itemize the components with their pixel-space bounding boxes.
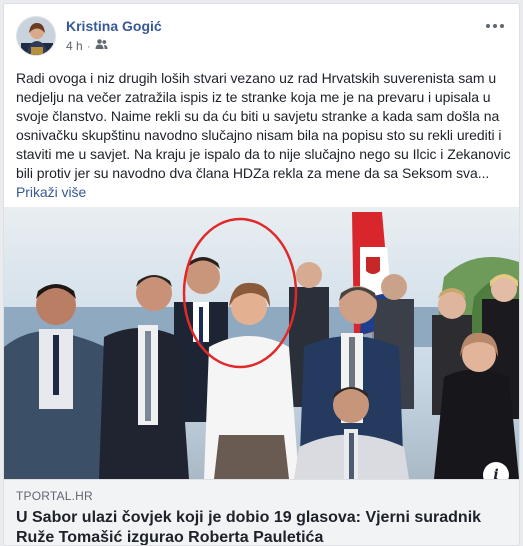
post-time[interactable]: 4 h: [66, 39, 83, 53]
post-body: Radi ovoga i niz drugih loših stvari vez…: [16, 70, 511, 181]
author-name[interactable]: Kristina Gogić: [66, 18, 162, 34]
link-preview-caption[interactable]: TPORTAL.HR U Sabor ulazi čovjek koji je …: [4, 479, 519, 545]
friends-icon[interactable]: [95, 38, 108, 53]
link-source: TPORTAL.HR: [16, 489, 93, 503]
post-header: Kristina Gogić 4 h ·: [16, 16, 507, 58]
author-avatar[interactable]: [16, 16, 56, 56]
post-meta: 4 h ·: [66, 38, 108, 53]
author-avatar-image: [17, 17, 55, 55]
link-preview-image[interactable]: i: [4, 207, 519, 479]
meta-separator: ·: [86, 38, 91, 53]
feed-post: Kristina Gogić 4 h · Radi ovoga i niz dr: [3, 3, 520, 546]
post-text: Radi ovoga i niz drugih loših stvari vez…: [16, 69, 511, 202]
see-more-link[interactable]: Prikaži više: [16, 184, 86, 200]
link-title[interactable]: U Sabor ulazi čovjek koji je dobio 19 gl…: [16, 508, 507, 545]
more-options-icon[interactable]: [483, 14, 507, 38]
group-photo: [4, 207, 519, 479]
